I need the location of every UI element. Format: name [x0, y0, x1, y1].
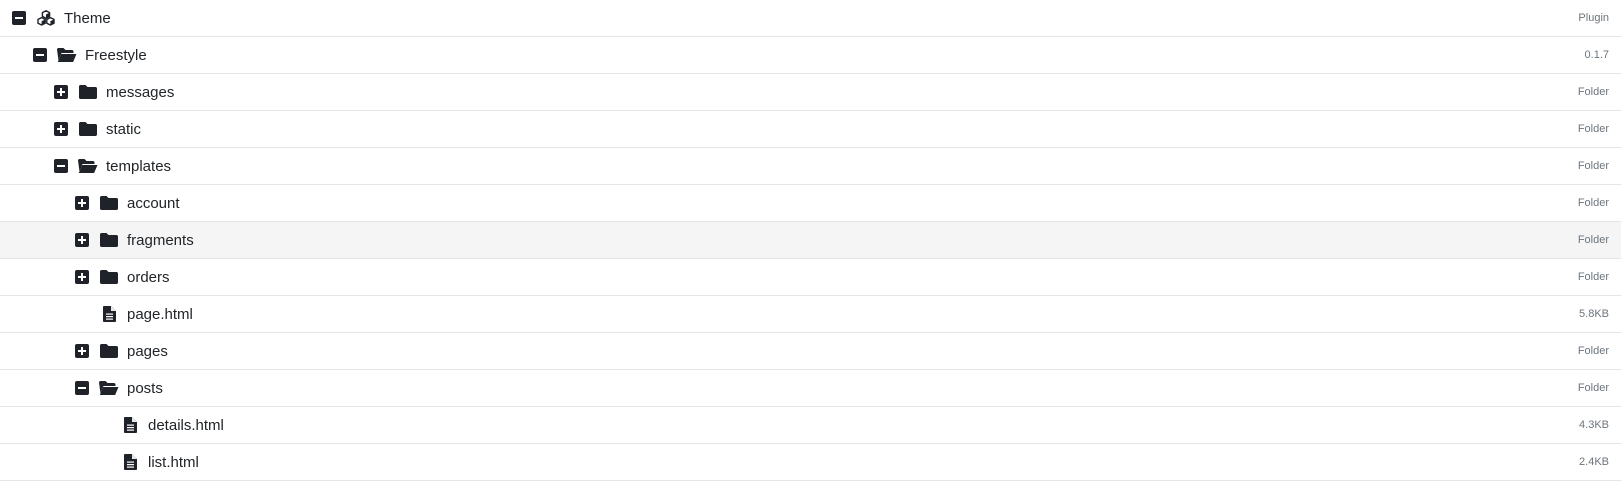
tree-item-meta: Folder — [1577, 271, 1609, 283]
folder-icon — [99, 232, 119, 248]
tree-item-meta: 5.8KB — [1579, 308, 1609, 320]
file-icon — [120, 454, 140, 470]
tree-item-meta: Folder — [1577, 160, 1609, 172]
folder-open-icon — [57, 47, 77, 63]
tree-row[interactable]: templates Folder — [0, 148, 1621, 185]
collapse-minus-icon[interactable] — [12, 11, 26, 25]
file-icon — [99, 306, 119, 322]
tree-item-label[interactable]: Theme — [64, 10, 111, 27]
file-tree: Theme Plugin Freestyle 0.1.7 messages Folder s… — [0, 0, 1621, 481]
tree-item-meta: Folder — [1577, 345, 1609, 357]
folder-open-icon — [78, 158, 98, 174]
folder-icon — [99, 269, 119, 285]
tree-row[interactable]: orders Folder — [0, 259, 1621, 296]
folder-icon — [78, 121, 98, 137]
tree-item-meta: 0.1.7 — [1584, 49, 1609, 61]
tree-item-label[interactable]: messages — [106, 84, 174, 101]
tree-item-label[interactable]: Freestyle — [85, 47, 147, 64]
tree-item-label[interactable]: templates — [106, 158, 171, 175]
expand-plus-icon[interactable] — [75, 344, 89, 358]
tree-item-meta: Folder — [1577, 123, 1609, 135]
tree-item-meta: 4.3KB — [1579, 419, 1609, 431]
tree-item-meta: Folder — [1577, 234, 1609, 246]
collapse-minus-icon[interactable] — [33, 48, 47, 62]
tree-row[interactable]: Freestyle 0.1.7 — [0, 37, 1621, 74]
folder-open-icon — [99, 380, 119, 396]
tree-item-meta: Folder — [1577, 382, 1609, 394]
folder-icon — [78, 84, 98, 100]
tree-item-meta: Folder — [1577, 86, 1609, 98]
expand-plus-icon[interactable] — [75, 233, 89, 247]
tree-item-label[interactable]: account — [127, 195, 180, 212]
tree-row[interactable]: fragments Folder — [0, 222, 1621, 259]
collapse-minus-icon[interactable] — [54, 159, 68, 173]
expand-plus-icon[interactable] — [54, 122, 68, 136]
tree-item-label[interactable]: orders — [127, 269, 170, 286]
tree-item-meta: 2.4KB — [1579, 456, 1609, 468]
tree-row[interactable]: posts Folder — [0, 370, 1621, 407]
tree-item-label[interactable]: static — [106, 121, 141, 138]
tree-item-label[interactable]: posts — [127, 380, 163, 397]
tree-row[interactable]: list.html 2.4KB — [0, 444, 1621, 481]
tree-row[interactable]: static Folder — [0, 111, 1621, 148]
tree-item-label[interactable]: page.html — [127, 306, 193, 323]
tree-item-label[interactable]: fragments — [127, 232, 194, 249]
tree-item-label[interactable]: details.html — [148, 417, 224, 434]
expand-plus-icon[interactable] — [54, 85, 68, 99]
tree-item-label[interactable]: list.html — [148, 454, 199, 471]
tree-item-meta: Plugin — [1578, 12, 1609, 24]
tree-row[interactable]: page.html 5.8KB — [0, 296, 1621, 333]
expand-plus-icon[interactable] — [75, 270, 89, 284]
tree-item-meta: Folder — [1577, 197, 1609, 209]
tree-item-label[interactable]: pages — [127, 343, 168, 360]
tree-row[interactable]: account Folder — [0, 185, 1621, 222]
collapse-minus-icon[interactable] — [75, 381, 89, 395]
tree-row[interactable]: Theme Plugin — [0, 0, 1621, 37]
file-icon — [120, 417, 140, 433]
folder-icon — [99, 343, 119, 359]
expand-plus-icon[interactable] — [75, 196, 89, 210]
folder-icon — [99, 195, 119, 211]
tree-row[interactable]: messages Folder — [0, 74, 1621, 111]
tree-row[interactable]: pages Folder — [0, 333, 1621, 370]
tree-row[interactable]: details.html 4.3KB — [0, 407, 1621, 444]
cubes-icon — [36, 10, 56, 26]
